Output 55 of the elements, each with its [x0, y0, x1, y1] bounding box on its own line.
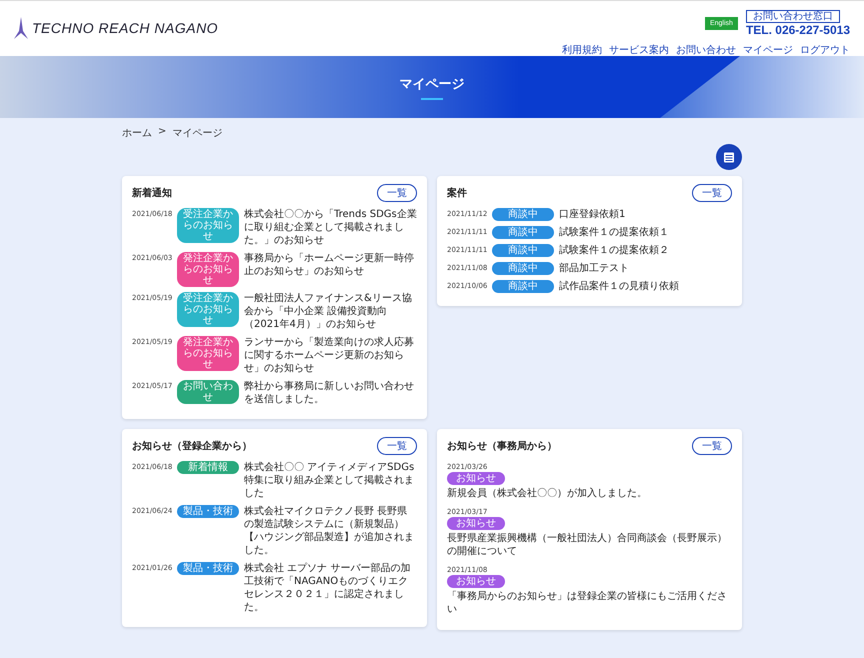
news-link[interactable]: 部品加工テスト: [559, 262, 629, 275]
category-tag: 新着情報: [177, 461, 239, 474]
news-link[interactable]: 試験案件１の提案依頼１: [559, 226, 669, 239]
news-link[interactable]: 試作品案件１の見積り依頼: [559, 280, 679, 293]
news-link[interactable]: 長野県産業振興機構（一般社団法人）合同商談会（長野展示）の開催について: [447, 532, 732, 558]
page-title: マイページ: [400, 76, 464, 92]
panel-title: 案件: [447, 186, 467, 200]
category-tag: 受注企業からのお知らせ: [177, 292, 239, 327]
nav-link[interactable]: マイページ: [743, 43, 793, 57]
news-link[interactable]: 試験案件１の提案依頼２: [559, 244, 669, 257]
panel-title: お知らせ（登録企業から）: [132, 440, 252, 453]
category-tag: お問い合わせ: [177, 380, 239, 404]
news-link[interactable]: 弊社から事務局に新しいお問い合わせを送信しました。: [244, 380, 417, 406]
breadcrumb-item: マイページ: [172, 127, 222, 140]
category-tag: 製品・技術: [177, 562, 239, 575]
nav-link[interactable]: ログアウト: [800, 43, 850, 57]
news-link[interactable]: 株式会社 エプソナ サーバー部品の加工技術で「NAGANOものづくりエクセレンス２０２１」に認定されました。: [244, 562, 417, 614]
nav-link[interactable]: サービス案内: [609, 43, 669, 57]
nav-link[interactable]: お問い合わせ: [676, 43, 736, 57]
breadcrumb-separator: >: [158, 126, 166, 139]
news-link[interactable]: 「事務局からのお知らせ」は登録企業の皆様にもご活用ください: [447, 590, 732, 616]
list-button[interactable]: 一覧: [377, 437, 417, 455]
logo-icon: [14, 17, 28, 39]
category-tag: 発注企業からのお知らせ: [177, 336, 239, 371]
news-link[interactable]: 口座登録依頼1: [559, 208, 626, 221]
category-tag: お知らせ: [447, 517, 505, 530]
news-link[interactable]: 株式会社マイクロテクノ長野 長野県の製造試験システムに（新規製品）【ハウジング部品製造】が追加されました。: [244, 505, 417, 557]
category-tag: お知らせ: [447, 575, 505, 588]
calendar-button[interactable]: [716, 144, 742, 170]
breadcrumb-item[interactable]: ホーム: [122, 126, 152, 140]
news-link[interactable]: 一般社団法人ファイナンス&リース協会から「中小企業 設備投資動向（2021年4月）」のお知らせ: [244, 292, 417, 331]
category-tag: 商談中: [492, 280, 554, 293]
news-link[interactable]: 事務局から「ホームページ更新一時停止のお知らせ」のお知らせ: [244, 252, 417, 278]
category-tag: 受注企業からのお知らせ: [177, 208, 239, 243]
logo[interactable]: TECHNO REACH NAGANO: [32, 20, 218, 36]
list-button[interactable]: 一覧: [377, 184, 417, 202]
category-tag: 商談中: [492, 262, 554, 275]
panel-title: お知らせ（事務局から）: [447, 440, 557, 453]
news-link[interactable]: 株式会社〇〇 アイティメディアSDGs特集に取り組み企業として掲載されました: [244, 461, 417, 500]
news-link[interactable]: 株式会社〇〇から「Trends SDGs企業に取り組む企業として掲載されました。」のお知らせ: [244, 208, 417, 247]
category-tag: 商談中: [492, 226, 554, 239]
panel-title: 新着通知: [132, 186, 172, 200]
news-link[interactable]: ランサーから「製造業向けの求人応募に関するホームページ更新のお知らせ」のお知らせ: [244, 336, 417, 375]
category-tag: お知らせ: [447, 472, 505, 485]
news-link[interactable]: 新規会員（株式会社〇〇）が加入しました。: [447, 487, 732, 500]
category-tag: 発注企業からのお知らせ: [177, 252, 239, 287]
calendar-icon: [723, 151, 735, 163]
phone-number: TEL. 026-227-5013: [746, 23, 850, 37]
category-tag: 商談中: [492, 244, 554, 257]
list-button[interactable]: 一覧: [692, 437, 732, 455]
category-tag: 商談中: [492, 208, 554, 221]
category-tag: 製品・技術: [177, 505, 239, 518]
nav-link[interactable]: 利用規約: [562, 43, 602, 57]
list-button[interactable]: 一覧: [692, 184, 732, 202]
contact-label[interactable]: お問い合わせ窓口: [746, 10, 840, 23]
